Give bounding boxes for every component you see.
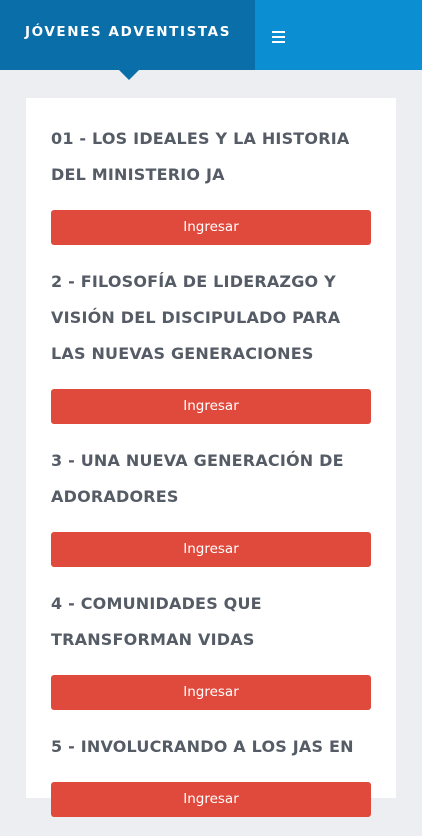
module-item: 4 - COMUNIDADES QUE TRANSFORMAN VIDAS In… <box>51 586 371 710</box>
module-item: 3 - UNA NUEVA GENERACIÓN DE ADORADORES I… <box>51 443 371 567</box>
ingresar-button[interactable]: Ingresar <box>51 532 371 567</box>
menu-line <box>272 31 285 33</box>
hamburger-menu-icon[interactable] <box>272 31 285 43</box>
modules-card: 01 - LOS IDEALES Y LA HISTORIA DEL MINIS… <box>26 98 396 817</box>
module-title: 01 - LOS IDEALES Y LA HISTORIA DEL MINIS… <box>51 129 350 184</box>
module-title: 4 - COMUNIDADES QUE TRANSFORMAN VIDAS <box>51 594 262 649</box>
module-list: 01 - LOS IDEALES Y LA HISTORIA DEL MINIS… <box>51 121 371 836</box>
brand-caret-indicator <box>119 70 139 80</box>
brand-block[interactable]: JÓVENES ADVENTISTAS <box>0 0 255 80</box>
module-item: 5 - INVOLUCRANDO A LOS JAS EN Ingresar <box>51 729 371 817</box>
module-title: 3 - UNA NUEVA GENERACIÓN DE ADORADORES <box>51 451 344 506</box>
ingresar-button[interactable]: Ingresar <box>51 389 371 424</box>
menu-line <box>272 41 285 43</box>
module-title: 5 - INVOLUCRANDO A LOS JAS EN <box>51 737 354 756</box>
ingresar-button[interactable]: Ingresar <box>51 675 371 710</box>
menu-line <box>272 36 285 38</box>
ingresar-button[interactable]: Ingresar <box>51 210 371 245</box>
module-item: 01 - LOS IDEALES Y LA HISTORIA DEL MINIS… <box>51 121 371 245</box>
module-item: 2 - FILOSOFÍA DE LIDERAZGO Y VISIÓN DEL … <box>51 264 371 424</box>
ingresar-button[interactable]: Ingresar <box>51 782 371 817</box>
module-title: 2 - FILOSOFÍA DE LIDERAZGO Y VISIÓN DEL … <box>51 272 341 363</box>
brand-title[interactable]: JÓVENES ADVENTISTAS <box>25 24 231 40</box>
top-navigation-bar: JÓVENES ADVENTISTAS <box>0 0 422 80</box>
